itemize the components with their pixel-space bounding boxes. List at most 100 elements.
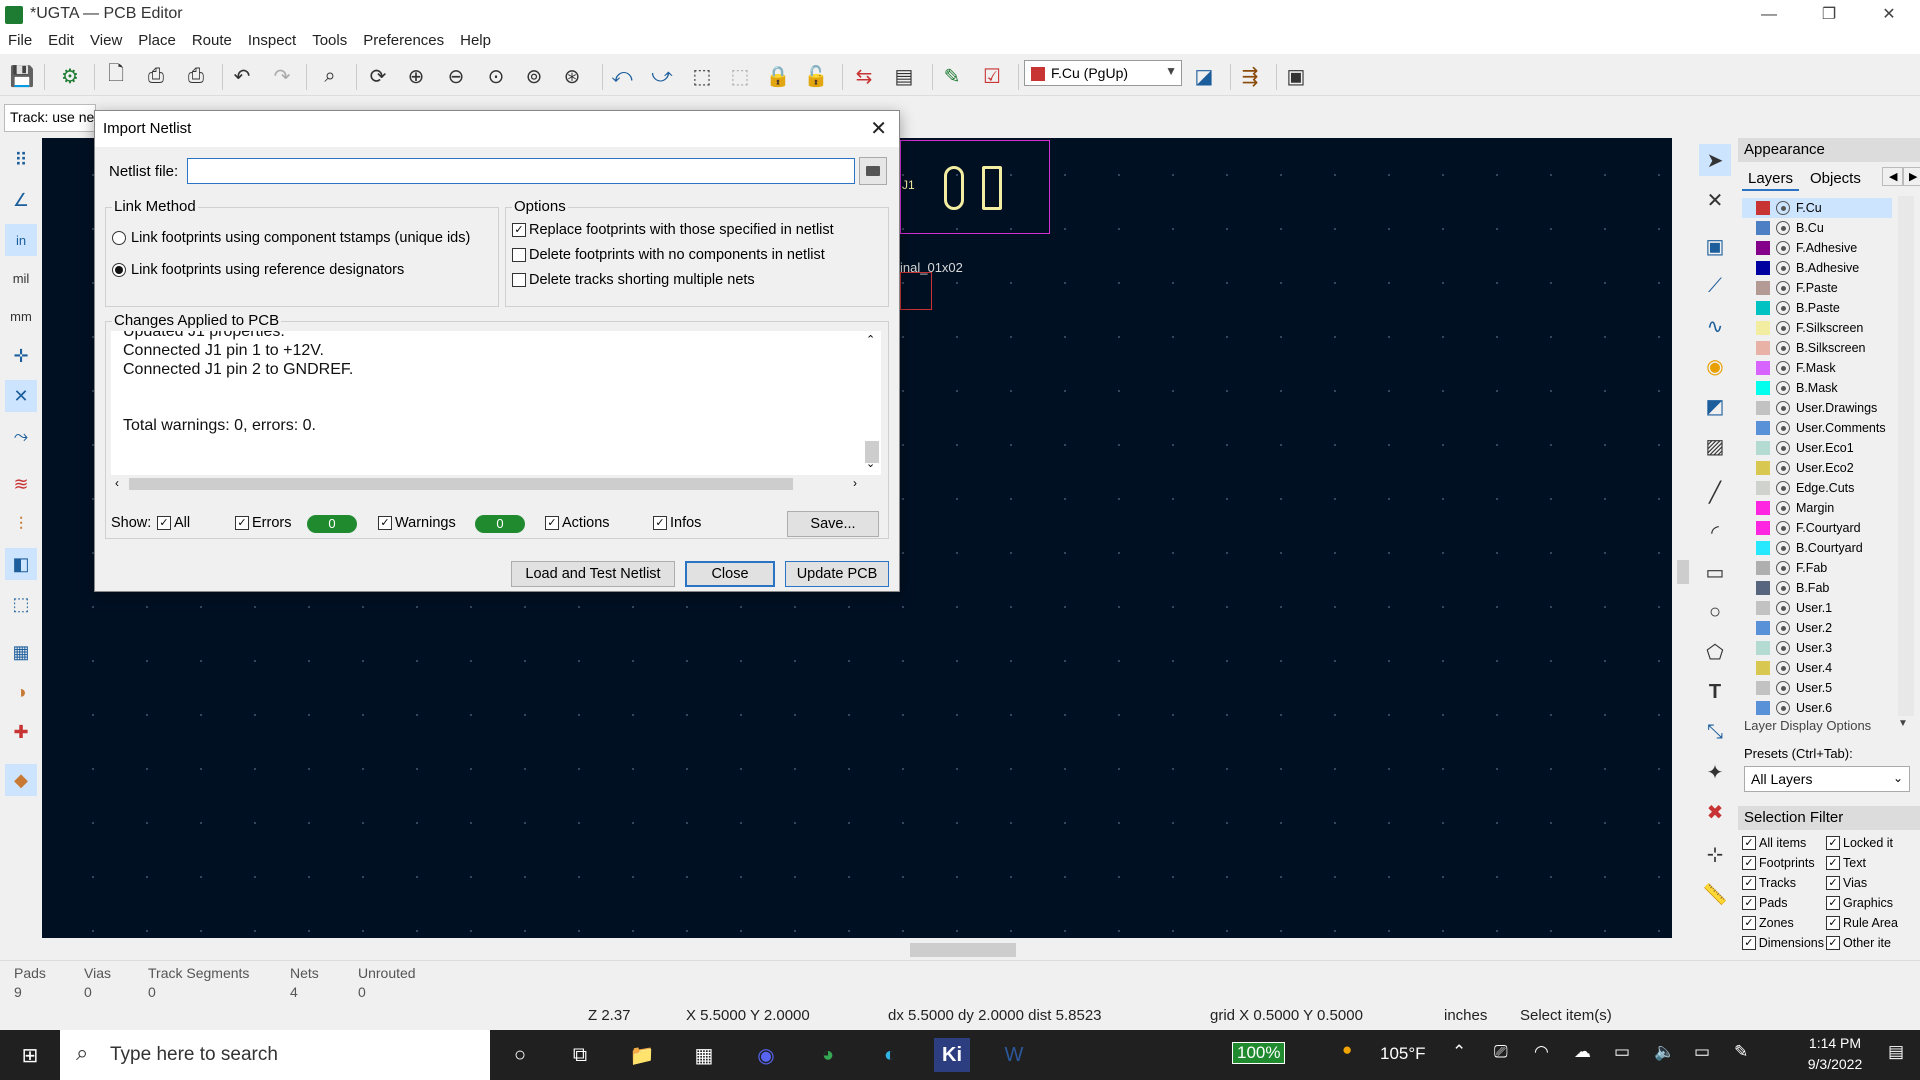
eye-icon[interactable] bbox=[1776, 441, 1790, 455]
scroll-left-icon[interactable]: ‹ bbox=[115, 476, 119, 490]
layer-row-f-paste[interactable]: F.Paste bbox=[1742, 278, 1892, 298]
tab-objects[interactable]: Objects bbox=[1804, 168, 1867, 189]
draw-circle-icon[interactable]: ○ bbox=[1699, 596, 1731, 628]
menu-file[interactable]: File bbox=[8, 30, 40, 54]
clock-time[interactable]: 1:14 PM bbox=[1800, 1035, 1870, 1051]
eye-icon[interactable] bbox=[1776, 701, 1790, 715]
local-ratsnest-icon[interactable]: ✕ bbox=[1699, 184, 1731, 216]
layer-color-swatch[interactable] bbox=[1756, 241, 1770, 255]
browse-folder-button[interactable] bbox=[859, 157, 887, 185]
eye-icon[interactable] bbox=[1776, 361, 1790, 375]
layer-row-user-4[interactable]: User.4 bbox=[1742, 658, 1892, 678]
plot-icon[interactable]: ⎙ bbox=[182, 62, 210, 90]
radio-link-refdes[interactable]: Link footprints using reference designat… bbox=[112, 262, 404, 278]
zoom-out-icon[interactable]: ⊖ bbox=[442, 62, 470, 90]
layer-color-swatch[interactable] bbox=[1756, 221, 1770, 235]
layer-row-margin[interactable]: Margin bbox=[1742, 498, 1892, 518]
layer-row-f-adhesive[interactable]: F.Adhesive bbox=[1742, 238, 1892, 258]
changes-log[interactable]: Updated J1 properties. Connected J1 pin … bbox=[111, 331, 881, 475]
eye-icon[interactable] bbox=[1776, 401, 1790, 415]
zoom-objects-icon[interactable]: ⊚ bbox=[520, 62, 548, 90]
curved-ratsnest-icon[interactable]: ⤳ bbox=[5, 420, 37, 452]
canvas-horizontal-scrollbar[interactable] bbox=[42, 938, 1694, 960]
clock-date[interactable]: 9/3/2022 bbox=[1800, 1056, 1870, 1072]
rotate-ccw-icon[interactable]: ⤺ bbox=[608, 62, 636, 90]
add-text-icon[interactable]: T bbox=[1699, 676, 1731, 708]
layer-color-swatch[interactable] bbox=[1756, 201, 1770, 215]
layer-row-b-fab[interactable]: B.Fab bbox=[1742, 578, 1892, 598]
add-via-icon[interactable]: ◉ bbox=[1699, 350, 1731, 382]
cortana-icon[interactable]: ○ bbox=[502, 1038, 538, 1072]
notifications-icon[interactable]: ▤ bbox=[1888, 1042, 1904, 1062]
minimize-button[interactable]: — bbox=[1740, 0, 1798, 30]
eye-icon[interactable] bbox=[1776, 241, 1790, 255]
filter-text[interactable]: ✓ Text bbox=[1826, 856, 1916, 870]
filter-warnings[interactable]: ✓ Warnings bbox=[378, 515, 456, 531]
layer-pair-icon[interactable]: ◪ bbox=[1190, 62, 1218, 90]
inches-icon[interactable]: in bbox=[5, 224, 37, 256]
layer-row-b-mask[interactable]: B.Mask bbox=[1742, 378, 1892, 398]
dialog-close-icon[interactable]: ✕ bbox=[870, 116, 887, 141]
add-dimension-icon[interactable]: ⤡ bbox=[1699, 716, 1731, 748]
layer-color-swatch[interactable] bbox=[1756, 561, 1770, 575]
menu-place[interactable]: Place bbox=[138, 30, 184, 54]
active-layer-select[interactable]: F.Cu (PgUp) ▼ bbox=[1024, 60, 1182, 86]
log-horizontal-scrollbar[interactable]: ‹ › bbox=[111, 475, 881, 493]
eye-icon[interactable] bbox=[1776, 201, 1790, 215]
tray-chevron-icon[interactable]: ⌃ bbox=[1452, 1042, 1466, 1062]
eye-icon[interactable] bbox=[1776, 341, 1790, 355]
layer-row-b-paste[interactable]: B.Paste bbox=[1742, 298, 1892, 318]
tray-meet-icon[interactable]: ⎚ bbox=[1494, 1042, 1508, 1062]
layer-row-b-courtyard[interactable]: B.Courtyard bbox=[1742, 538, 1892, 558]
checkbox-delete-footprints[interactable]: Delete footprints with no components in … bbox=[512, 247, 825, 263]
layer-color-swatch[interactable] bbox=[1756, 601, 1770, 615]
eye-icon[interactable] bbox=[1776, 481, 1790, 495]
layer-row-edge-cuts[interactable]: Edge.Cuts bbox=[1742, 478, 1892, 498]
eye-icon[interactable] bbox=[1776, 561, 1790, 575]
add-zone-icon[interactable]: ◩ bbox=[1699, 390, 1731, 422]
pad-2[interactable] bbox=[982, 166, 1002, 210]
save-report-button[interactable]: Save... bbox=[787, 511, 879, 537]
file-explorer-icon[interactable]: 📁 bbox=[624, 1038, 660, 1072]
zoom-in-icon[interactable]: ⊕ bbox=[402, 62, 430, 90]
wifi-icon[interactable]: ◠ bbox=[1534, 1042, 1549, 1062]
log-vertical-scrollbar[interactable]: ⌃ ⌄ bbox=[863, 331, 881, 475]
print-icon[interactable]: ⎙ bbox=[142, 62, 170, 90]
grid-origin-icon[interactable]: ⊹ bbox=[1699, 838, 1731, 870]
layer-color-swatch[interactable] bbox=[1756, 381, 1770, 395]
eye-icon[interactable] bbox=[1776, 581, 1790, 595]
polar-coords-icon[interactable]: ∠ bbox=[5, 184, 37, 216]
layer-row-f-courtyard[interactable]: F.Courtyard bbox=[1742, 518, 1892, 538]
eye-icon[interactable] bbox=[1776, 541, 1790, 555]
layer-color-swatch[interactable] bbox=[1756, 541, 1770, 555]
load-test-netlist-button[interactable]: Load and Test Netlist bbox=[511, 561, 675, 587]
filter-other-ite[interactable]: ✓ Other ite bbox=[1826, 936, 1916, 950]
layer-color-swatch[interactable] bbox=[1756, 341, 1770, 355]
eye-icon[interactable] bbox=[1776, 321, 1790, 335]
filter-errors[interactable]: ✓ Errors bbox=[235, 515, 291, 531]
canvas-vscroll-thumb[interactable] bbox=[1677, 560, 1689, 584]
task-view-icon[interactable]: ⧉ bbox=[562, 1038, 598, 1072]
pad-1[interactable] bbox=[944, 166, 964, 210]
layer-scroll-down-icon[interactable]: ▼ bbox=[1898, 718, 1908, 729]
layer-color-swatch[interactable] bbox=[1756, 701, 1770, 715]
layer-color-swatch[interactable] bbox=[1756, 461, 1770, 475]
close-window-button[interactable]: ✕ bbox=[1860, 0, 1918, 30]
layer-row-user-1[interactable]: User.1 bbox=[1742, 598, 1892, 618]
filter-footprints[interactable]: ✓ Footprints bbox=[1742, 856, 1824, 870]
eye-icon[interactable] bbox=[1776, 521, 1790, 535]
drc-icon[interactable]: ☑ bbox=[978, 62, 1006, 90]
layer-row-user-drawings[interactable]: User.Drawings bbox=[1742, 398, 1892, 418]
draw-arc-icon[interactable]: ◜ bbox=[1699, 516, 1731, 548]
graphic-outline-icon[interactable]: ▦ bbox=[5, 636, 37, 668]
layer-color-swatch[interactable] bbox=[1756, 361, 1770, 375]
tab-layers[interactable]: Layers bbox=[1742, 168, 1800, 191]
eye-icon[interactable] bbox=[1776, 261, 1790, 275]
update-pcb-icon[interactable]: ⇆ bbox=[850, 62, 878, 90]
volume-icon[interactable]: 🔈 bbox=[1654, 1042, 1675, 1062]
layer-color-swatch[interactable] bbox=[1756, 681, 1770, 695]
filter-all-items[interactable]: ✓ All items bbox=[1742, 836, 1824, 850]
layer-color-swatch[interactable] bbox=[1756, 441, 1770, 455]
discord-icon[interactable]: ◉ bbox=[748, 1038, 784, 1072]
layer-row-b-adhesive[interactable]: B.Adhesive bbox=[1742, 258, 1892, 278]
